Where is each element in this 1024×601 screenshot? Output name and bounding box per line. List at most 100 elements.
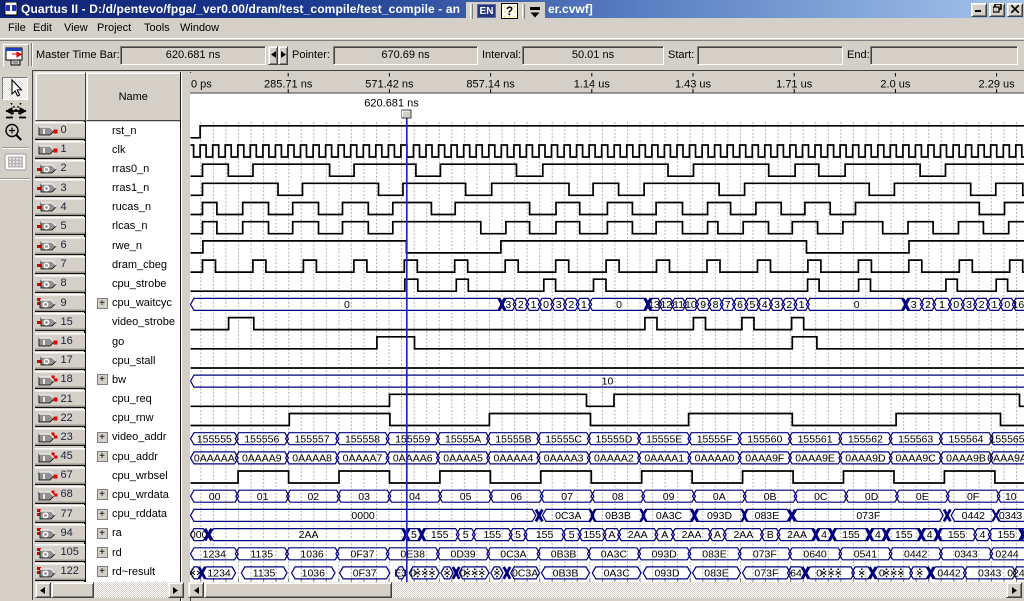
svg-text:073F: 073F (754, 567, 778, 579)
svg-text:155: 155 (947, 529, 965, 541)
svg-text:155558: 155558 (344, 433, 379, 445)
svg-text:04: 04 (408, 490, 420, 502)
svg-text:08: 08 (611, 490, 623, 502)
svg-text:1135: 1135 (250, 548, 273, 560)
svg-text:05: 05 (459, 490, 471, 502)
svg-text:15555C: 15555C (545, 433, 582, 445)
svg-text:1: 1 (991, 299, 997, 311)
svg-text:0AAAA5: 0AAAA5 (443, 452, 483, 464)
svg-text:5: 5 (462, 529, 468, 541)
svg-text:4: 4 (761, 299, 767, 311)
svg-text:0AAA9D: 0AAA9D (845, 452, 886, 464)
svg-text:155: 155 (583, 529, 601, 541)
svg-text:0: 0 (459, 567, 465, 579)
svg-text:0343: 0343 (978, 567, 1002, 579)
svg-text:155: 155 (535, 529, 553, 541)
svg-text:155562: 155562 (847, 433, 882, 445)
svg-text:2: 2 (568, 299, 574, 311)
svg-text:1234: 1234 (207, 567, 231, 579)
svg-text:10: 10 (685, 299, 697, 311)
svg-text:9: 9 (700, 299, 706, 311)
svg-text:3: 3 (910, 299, 916, 311)
svg-text:073F: 073F (856, 510, 880, 522)
svg-text:0442: 0442 (937, 567, 961, 579)
svg-text:2.0 us: 2.0 us (880, 78, 910, 90)
svg-text:0AAAA0: 0AAAA0 (694, 452, 734, 464)
svg-text:A: A (713, 529, 720, 541)
svg-text:155: 155 (895, 529, 913, 541)
svg-text:620.681 ns: 620.681 ns (364, 97, 419, 109)
svg-text:12: 12 (660, 299, 672, 311)
svg-text:0E: 0E (915, 490, 928, 502)
svg-text:1036: 1036 (300, 548, 324, 560)
svg-text:2AA: 2AA (733, 529, 753, 541)
svg-text:0AAA9F: 0AAA9F (745, 452, 784, 464)
svg-text:A: A (661, 529, 668, 541)
svg-text:0343: 0343 (954, 548, 978, 560)
svg-text:0A3C: 0A3C (600, 548, 627, 560)
svg-text:0B3B: 0B3B (552, 567, 578, 579)
svg-text:3: 3 (774, 299, 780, 311)
svg-text:5: 5 (515, 529, 521, 541)
svg-text:2AA: 2AA (681, 529, 701, 541)
svg-text:0: 0 (410, 567, 416, 579)
svg-text:1: 1 (580, 299, 586, 311)
svg-text:00: 00 (208, 490, 220, 502)
svg-text:155563: 155563 (898, 433, 933, 445)
svg-text:6: 6 (737, 299, 743, 311)
svg-text:0AAAA6: 0AAAA6 (392, 452, 432, 464)
svg-text:155561: 155561 (797, 433, 832, 445)
svg-text:0: 0 (853, 299, 859, 311)
svg-text:155556: 155556 (244, 433, 279, 445)
svg-text:0: 0 (543, 299, 549, 311)
svg-text:0: 0 (343, 299, 349, 311)
svg-text:1: 1 (939, 299, 945, 311)
svg-text:0B: 0B (763, 490, 776, 502)
svg-text:0AAA9B: 0AAA9B (946, 452, 986, 464)
svg-text:155565: 155565 (989, 433, 1024, 445)
svg-text:2AA: 2AA (627, 529, 647, 541)
svg-text:155564: 155564 (948, 433, 983, 445)
svg-text:0E38: 0E38 (400, 548, 425, 560)
svg-text:0AAAA7: 0AAAA7 (342, 452, 382, 464)
svg-text:10: 10 (601, 375, 613, 387)
svg-text:0 ps: 0 ps (191, 78, 212, 90)
svg-text:0F37: 0F37 (350, 548, 374, 560)
svg-text:0244: 0244 (1007, 567, 1024, 579)
svg-text:0F: 0F (966, 490, 978, 502)
svg-text:B: B (766, 529, 773, 541)
svg-text:1.71 us: 1.71 us (776, 78, 813, 90)
svg-text:155555: 155555 (196, 433, 231, 445)
svg-text:0B3B: 0B3B (605, 510, 631, 522)
svg-text:5: 5 (410, 529, 416, 541)
svg-text:15555F: 15555F (696, 433, 732, 445)
svg-text:1.43 us: 1.43 us (674, 78, 711, 90)
svg-text:1036: 1036 (301, 567, 325, 579)
svg-text:2AA: 2AA (787, 529, 807, 541)
svg-text:15555E: 15555E (646, 433, 682, 445)
svg-text:7: 7 (724, 299, 730, 311)
svg-text:03: 03 (358, 490, 370, 502)
svg-text:10: 10 (1004, 490, 1016, 502)
svg-text:0AAA9C: 0AAA9C (895, 452, 936, 464)
svg-text:1: 1 (530, 299, 536, 311)
svg-text:571.42 ns: 571.42 ns (365, 78, 414, 90)
svg-text:285.71 ns: 285.71 ns (264, 78, 313, 90)
svg-text:2: 2 (925, 299, 931, 311)
svg-text:0244: 0244 (995, 548, 1019, 560)
svg-text:5: 5 (568, 529, 574, 541)
svg-text:E3: E3 (394, 567, 407, 579)
svg-text:0AAAA3: 0AAAA3 (543, 452, 583, 464)
svg-text:0D39: 0D39 (450, 548, 475, 560)
svg-text:0AAAA1: 0AAAA1 (644, 452, 684, 464)
svg-text:0A: 0A (712, 490, 725, 502)
svg-text:2: 2 (786, 299, 792, 311)
svg-text:155: 155 (842, 529, 860, 541)
svg-text:4: 4 (979, 529, 985, 541)
svg-text:3: 3 (555, 299, 561, 311)
svg-text:0AAAA4: 0AAAA4 (493, 452, 533, 464)
svg-text:2AA: 2AA (298, 529, 318, 541)
svg-text:15555B: 15555B (495, 433, 531, 445)
svg-text:0343: 0343 (998, 510, 1022, 522)
svg-text:1.14 us: 1.14 us (573, 78, 610, 90)
